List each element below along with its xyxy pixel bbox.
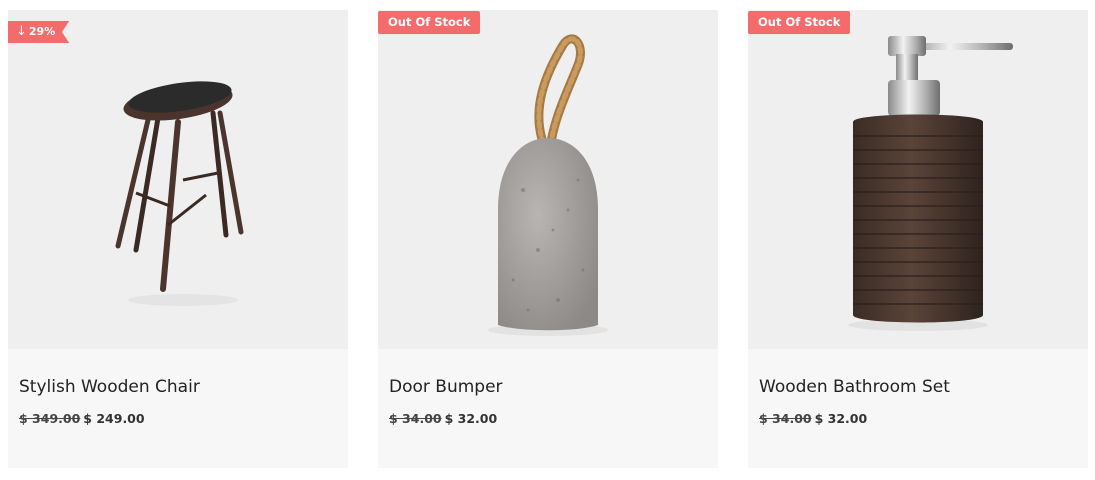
old-price: $ 349.00 bbox=[19, 411, 81, 426]
discount-badge: ↓ 29% bbox=[8, 21, 70, 43]
product-price: $ 34.00 $ 32.00 bbox=[759, 411, 867, 426]
product-title[interactable]: Stylish Wooden Chair bbox=[19, 377, 200, 397]
product-card-stylish-wooden-chair[interactable]: ↓ 29% Stylish Wooden Chair $ 349.00 $ 249.… bbox=[8, 10, 348, 468]
out-of-stock-badge: Out Of Stock bbox=[748, 11, 851, 34]
door-bumper-illustration bbox=[488, 34, 608, 336]
old-price: $ 34.00 bbox=[389, 411, 442, 426]
sale-price: $ 32.00 bbox=[814, 411, 868, 426]
product-title[interactable]: Door Bumper bbox=[389, 377, 503, 397]
product-image-stool[interactable]: ↓ 29% bbox=[8, 10, 348, 349]
product-price: $ 349.00 $ 249.00 bbox=[19, 411, 145, 426]
soap-dispenser-illustration bbox=[848, 36, 1013, 331]
down-arrow-icon: ↓ bbox=[16, 24, 27, 39]
product-card-wooden-bathroom-set[interactable]: Out Of Stock Wooden Bathroom Set $ 34.00… bbox=[748, 10, 1088, 468]
product-card-door-bumper[interactable]: Out Of Stock Door Bumper $ 34.00 $ 32.00 bbox=[378, 10, 718, 468]
out-of-stock-badge: Out Of Stock bbox=[378, 11, 481, 34]
product-price: $ 34.00 $ 32.00 bbox=[389, 411, 497, 426]
product-image-soap-dispenser[interactable]: Out Of Stock bbox=[748, 10, 1088, 349]
old-price: $ 34.00 bbox=[759, 411, 812, 426]
sale-price: $ 32.00 bbox=[444, 411, 498, 426]
discount-badge-text: 29% bbox=[28, 25, 56, 38]
product-image-door-bumper[interactable]: Out Of Stock bbox=[378, 10, 718, 349]
product-title[interactable]: Wooden Bathroom Set bbox=[759, 377, 950, 397]
product-grid: ↓ 29% Stylish Wooden Chair $ 349.00 $ 249.… bbox=[0, 0, 1095, 480]
bar-stool-illustration bbox=[115, 81, 244, 306]
sale-price: $ 249.00 bbox=[83, 411, 145, 426]
